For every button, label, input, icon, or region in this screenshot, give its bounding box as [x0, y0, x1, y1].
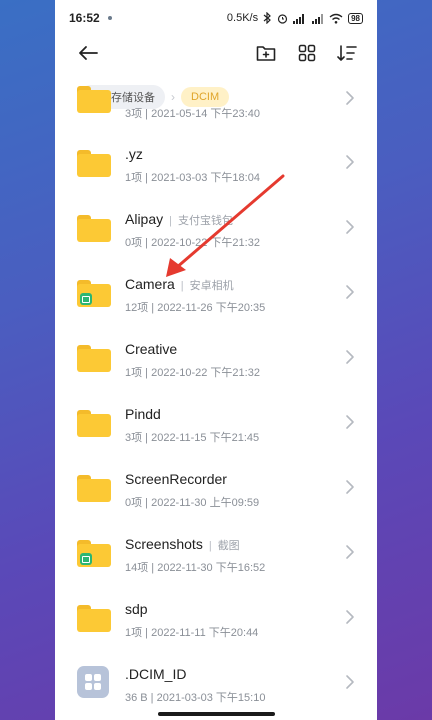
toolbar: [55, 36, 377, 70]
list-item[interactable]: Screenshots | 截图 14项 | 2022-11-30 下午16:52: [55, 526, 377, 590]
signal-icon-2: [312, 13, 324, 24]
item-meta: 14项 | 2022-11-30 下午16:52: [125, 562, 266, 574]
sort-button[interactable]: [336, 42, 358, 64]
bluetooth-icon: [263, 12, 271, 24]
chevron-right-icon: [346, 91, 354, 105]
item-tag: 截图: [217, 540, 240, 552]
back-button[interactable]: [77, 42, 99, 64]
chevron-right-icon: [346, 610, 354, 624]
item-meta: 0项 | 2022-11-30 上午09:59: [125, 497, 260, 509]
item-name: sdp: [125, 601, 148, 617]
list-item[interactable]: 3项 | 2021-05-14 下午23:40: [55, 72, 377, 136]
gallery-badge-icon: [80, 553, 92, 565]
item-meta: 0项 | 2022-10-22 下午21:32: [125, 237, 260, 249]
chevron-right-icon: [346, 155, 354, 169]
list-item[interactable]: Pindd 3项 | 2022-11-15 下午21:45: [55, 396, 377, 460]
view-toggle-button[interactable]: [296, 42, 318, 64]
item-tag: 安卓相机: [189, 280, 234, 292]
item-meta: 3项 | 2022-11-15 下午21:45: [125, 432, 260, 444]
folder-icon: [77, 475, 111, 502]
item-meta: 1项 | 2021-03-03 下午18:04: [125, 172, 260, 184]
folder-icon: [77, 605, 111, 632]
status-bar: 16:52 0.5K/s 98: [55, 0, 377, 36]
folder-icon: [77, 345, 111, 372]
folder-icon: [77, 540, 111, 567]
list-item[interactable]: .yz 1项 | 2021-03-03 下午18:04: [55, 136, 377, 200]
status-time: 16:52: [69, 11, 100, 25]
list-item[interactable]: .DCIM_ID 36 B | 2021-03-03 下午15:10: [55, 656, 377, 720]
chevron-right-icon: [346, 285, 354, 299]
chevron-right-icon: [346, 675, 354, 689]
item-name: ScreenRecorder: [125, 471, 227, 487]
grid-view-icon: [298, 44, 316, 62]
item-meta: 36 B | 2021-03-03 下午15:10: [125, 692, 266, 704]
folder-icon: [77, 280, 111, 307]
item-name: Alipay: [125, 211, 164, 227]
item-name: .DCIM_ID: [125, 666, 187, 682]
home-indicator[interactable]: [158, 712, 275, 716]
notification-dot-icon: [107, 16, 112, 20]
wifi-icon: [329, 13, 343, 24]
list-item[interactable]: Alipay | 支付宝钱包 0项 | 2022-10-22 下午21:32: [55, 201, 377, 265]
folder-plus-icon: [256, 46, 276, 61]
tag-separator: |: [169, 215, 172, 227]
folder-icon: [77, 150, 111, 177]
item-name: Pindd: [125, 406, 161, 422]
chevron-right-icon: [346, 545, 354, 559]
signal-icon: [293, 13, 305, 24]
chevron-right-icon: [346, 415, 354, 429]
new-folder-button[interactable]: [255, 42, 277, 64]
item-meta: 12项 | 2022-11-26 下午20:35: [125, 302, 266, 314]
file-icon: [77, 666, 109, 698]
folder-icon: [77, 215, 111, 242]
chevron-right-icon: [346, 220, 354, 234]
item-meta: 3项 | 2021-05-14 下午23:40: [125, 108, 260, 120]
item-tag: 支付宝钱包: [178, 215, 233, 227]
folder-icon: [77, 86, 111, 113]
item-meta: 1项 | 2022-11-11 下午20:44: [125, 627, 259, 639]
item-name: Screenshots: [125, 536, 203, 552]
list-item[interactable]: Camera | 安卓相机 12项 | 2022-11-26 下午20:35: [55, 266, 377, 330]
alarm-icon: [277, 13, 288, 24]
chevron-right-icon: [346, 480, 354, 494]
list-item[interactable]: sdp 1项 | 2022-11-11 下午20:44: [55, 591, 377, 655]
chevron-right-icon: [346, 350, 354, 364]
phone-screen: 16:52 0.5K/s 98 内部存储设备 › DCIM 3项 | 2021-…: [55, 0, 377, 720]
folder-icon: [77, 410, 111, 437]
tag-separator: |: [208, 540, 212, 552]
battery-icon: 98: [348, 12, 363, 24]
tag-separator: |: [180, 280, 184, 292]
sort-icon: [337, 45, 357, 61]
list-item[interactable]: Creative 1项 | 2022-10-22 下午21:32: [55, 331, 377, 395]
arrow-left-icon: [79, 46, 98, 60]
item-meta: 1项 | 2022-10-22 下午21:32: [125, 367, 260, 379]
item-name: Camera: [125, 276, 175, 292]
item-name: .yz: [125, 146, 143, 162]
list-item[interactable]: ScreenRecorder 0项 | 2022-11-30 上午09:59: [55, 461, 377, 525]
network-speed: 0.5K/s: [226, 12, 259, 24]
item-name: Creative: [125, 341, 178, 357]
gallery-badge-icon: [80, 293, 92, 305]
